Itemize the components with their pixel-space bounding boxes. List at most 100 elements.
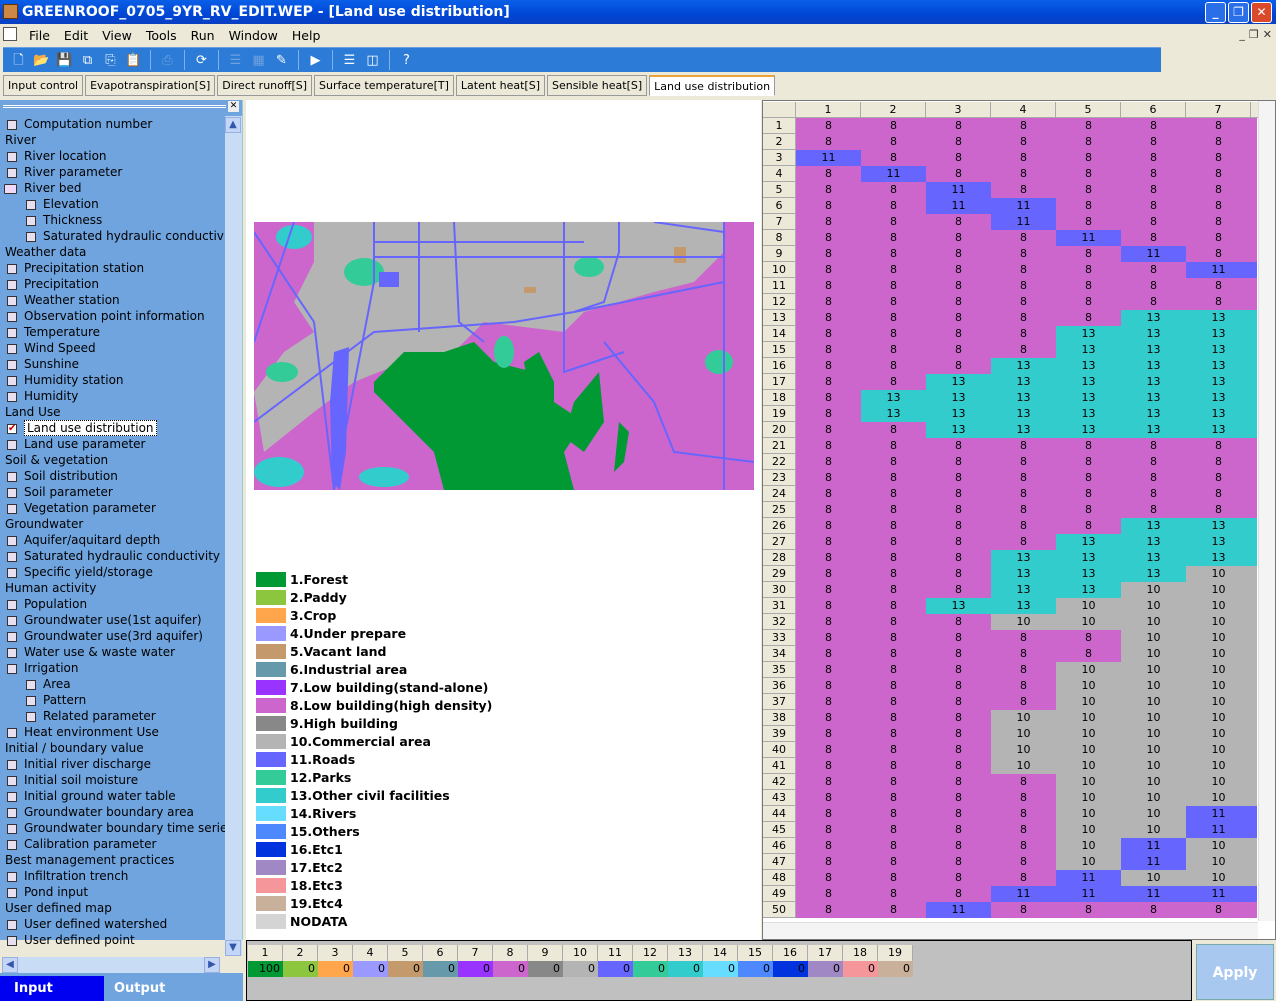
tree-group-header[interactable]: Groundwater (0, 516, 226, 532)
grid-cell[interactable]: 8 (796, 790, 861, 806)
tree-item[interactable]: Infiltration trench (0, 868, 226, 884)
tree-group-header[interactable]: Land Use (0, 404, 226, 420)
grid-cell[interactable]: 8 (796, 294, 861, 310)
grid-cell[interactable]: 8 (796, 902, 861, 918)
grid-cell[interactable]: 8 (926, 502, 991, 518)
grid-cell[interactable]: 8 (1056, 262, 1121, 278)
tab-latent-heat-s[interactable]: Latent heat[S] (455, 75, 545, 96)
column-header[interactable]: 1 (796, 102, 861, 118)
grid-cell-partial[interactable] (1251, 822, 1257, 838)
grid-cell[interactable]: 8 (991, 790, 1056, 806)
tree-item[interactable]: Pattern (0, 692, 226, 708)
grid-cell[interactable]: 8 (1121, 214, 1186, 230)
row-header[interactable]: 45 (763, 822, 796, 838)
grid-cell[interactable]: 8 (1186, 230, 1251, 246)
menu-file[interactable]: File (22, 28, 57, 43)
row-header[interactable]: 18 (763, 390, 796, 406)
grid-cell[interactable]: 8 (926, 582, 991, 598)
column-header[interactable]: 6 (1121, 102, 1186, 118)
grid-cell[interactable]: 8 (1056, 486, 1121, 502)
grid-cell[interactable]: 8 (861, 502, 926, 518)
grid-cell-partial[interactable] (1251, 166, 1257, 182)
grid-cell[interactable]: 8 (796, 774, 861, 790)
grid-cell[interactable]: 8 (926, 886, 991, 902)
grid-cell[interactable]: 8 (796, 662, 861, 678)
checkbox[interactable] (7, 616, 17, 626)
row-header[interactable]: 33 (763, 630, 796, 646)
grid-cell[interactable]: 8 (1056, 518, 1121, 534)
grid-cell[interactable]: 8 (861, 518, 926, 534)
grid-cell[interactable]: 10 (1121, 646, 1186, 662)
grid-cell[interactable]: 8 (796, 214, 861, 230)
grid-cell[interactable]: 8 (1121, 262, 1186, 278)
grid-cell[interactable]: 11 (1056, 230, 1121, 246)
tree-item[interactable]: Aquifer/aquitard depth (0, 532, 226, 548)
grid-cell[interactable]: 8 (1121, 166, 1186, 182)
grid-cell[interactable]: 13 (1121, 326, 1186, 342)
grid-cell[interactable]: 8 (861, 470, 926, 486)
grid-cell[interactable]: 8 (796, 758, 861, 774)
grid-cell[interactable]: 8 (991, 774, 1056, 790)
grid-cell[interactable]: 13 (1056, 534, 1121, 550)
grid-cell-partial[interactable] (1251, 182, 1257, 198)
grid-cell[interactable]: 10 (991, 742, 1056, 758)
grid-cell[interactable]: 8 (861, 710, 926, 726)
row-header[interactable]: 28 (763, 550, 796, 566)
grid-cell[interactable]: 13 (1056, 550, 1121, 566)
grid-cell[interactable]: 8 (926, 662, 991, 678)
summary-value[interactable]: 0 (668, 961, 703, 977)
grid-cell[interactable]: 8 (796, 182, 861, 198)
grid-cell[interactable]: 8 (796, 886, 861, 902)
grid-cell[interactable]: 8 (991, 518, 1056, 534)
grid-cell[interactable]: 8 (1056, 246, 1121, 262)
grid-cell[interactable]: 8 (796, 598, 861, 614)
checkbox[interactable] (7, 776, 17, 786)
grid-cell[interactable]: 13 (1186, 358, 1251, 374)
grid-cell[interactable]: 10 (1121, 870, 1186, 886)
grid-cell[interactable]: 8 (926, 870, 991, 886)
grid-cell[interactable]: 8 (796, 118, 861, 134)
grid-cell[interactable]: 13 (1186, 518, 1251, 534)
grid-cell[interactable]: 8 (926, 758, 991, 774)
grid-cell[interactable]: 8 (991, 182, 1056, 198)
grid-cell[interactable]: 13 (1121, 534, 1186, 550)
grid-cell[interactable]: 11 (926, 902, 991, 918)
tree-group-header[interactable]: River (0, 132, 226, 148)
summary-value[interactable]: 0 (318, 961, 353, 977)
grid-cell[interactable]: 13 (1186, 422, 1251, 438)
checkbox[interactable] (7, 872, 17, 882)
grid-cell[interactable]: 13 (991, 390, 1056, 406)
grid-cell[interactable]: 8 (796, 518, 861, 534)
grid-cell-partial[interactable] (1251, 886, 1257, 902)
list-icon[interactable]: ☰ (226, 51, 245, 70)
grid-cell[interactable]: 11 (1056, 870, 1121, 886)
summary-value[interactable]: 0 (843, 961, 878, 977)
menu-window[interactable]: Window (222, 28, 285, 43)
tree-item[interactable]: Vegetation parameter (0, 500, 226, 516)
grid-cell[interactable]: 11 (926, 182, 991, 198)
grid-cell[interactable]: 8 (926, 342, 991, 358)
tree-item[interactable]: User defined point (0, 932, 226, 948)
grid-cell-partial[interactable] (1251, 598, 1257, 614)
grid-cell[interactable]: 8 (991, 326, 1056, 342)
grid-cell[interactable]: 8 (926, 214, 991, 230)
grid-cell[interactable]: 13 (991, 550, 1056, 566)
row-header[interactable]: 12 (763, 294, 796, 310)
grid-cell[interactable]: 13 (861, 406, 926, 422)
checkbox[interactable] (26, 232, 36, 242)
grid-cell[interactable]: 8 (861, 534, 926, 550)
grid-cell-partial[interactable] (1251, 774, 1257, 790)
grid-cell-partial[interactable] (1251, 390, 1257, 406)
grid-cell[interactable]: 8 (926, 822, 991, 838)
grid-cell[interactable]: 8 (796, 534, 861, 550)
grid-cell[interactable]: 10 (1121, 630, 1186, 646)
row-header[interactable]: 24 (763, 486, 796, 502)
row-header[interactable]: 17 (763, 374, 796, 390)
grid-cell[interactable]: 13 (991, 358, 1056, 374)
grid-cell[interactable]: 8 (926, 262, 991, 278)
row-header[interactable]: 47 (763, 854, 796, 870)
grid-cell[interactable]: 8 (926, 246, 991, 262)
grid-cell[interactable]: 10 (991, 710, 1056, 726)
checkbox[interactable] (7, 392, 17, 402)
mdi-restore-button[interactable]: ❐ (1249, 28, 1259, 41)
